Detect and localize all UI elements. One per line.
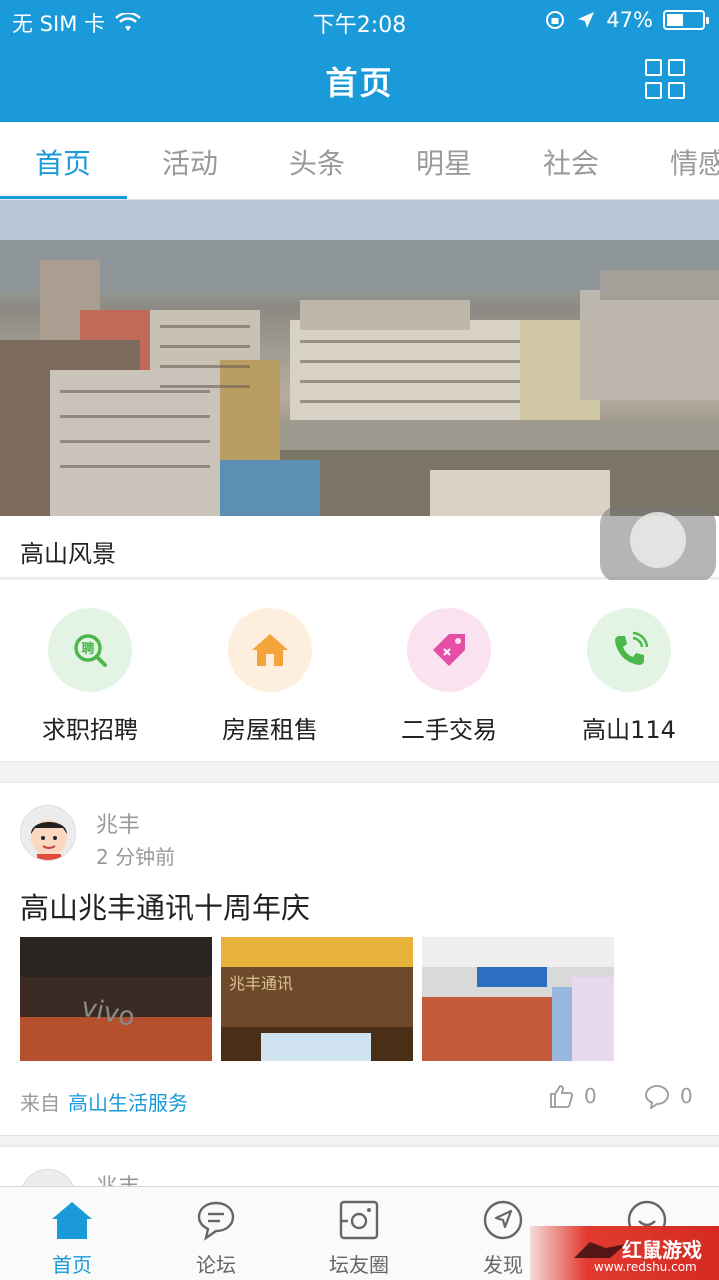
service-housing[interactable]: 房屋租售 xyxy=(180,608,360,745)
page-title: 首页 xyxy=(325,64,394,102)
comment-button[interactable]: 0 xyxy=(644,1083,693,1109)
post-image[interactable] xyxy=(422,937,614,1061)
grid-icon xyxy=(645,59,662,76)
nav-label: 首页 xyxy=(52,1253,92,1277)
banner-image[interactable] xyxy=(0,200,719,516)
post-image[interactable]: 兆丰通讯 xyxy=(221,937,413,1061)
like-button[interactable]: 0 xyxy=(548,1083,597,1109)
nav-forum[interactable]: 论坛 xyxy=(156,1197,276,1278)
grid-menu-button[interactable] xyxy=(645,59,685,99)
city-skyline-image xyxy=(0,200,719,516)
watermark: 红鼠游戏 www.redshu.com xyxy=(530,1226,719,1280)
location-arrow-icon xyxy=(578,12,595,28)
camera-icon xyxy=(339,1200,379,1240)
phone-icon xyxy=(615,631,649,665)
post-card[interactable]: 兆丰 2 分钟前 高山兆丰通讯十周年庆 vivo 兆丰通讯 来自 高山生活服务 … xyxy=(0,782,719,1136)
nav-label: 坛友圈 xyxy=(329,1253,389,1277)
tab-emotion[interactable]: 情感 xyxy=(635,142,719,182)
compass-icon xyxy=(483,1200,523,1240)
tab-society[interactable]: 社会 xyxy=(508,142,634,182)
svg-text:聘: 聘 xyxy=(81,641,94,657)
nav-home[interactable]: 首页 xyxy=(12,1197,132,1278)
tab-headlines[interactable]: 头条 xyxy=(254,142,380,182)
post-title[interactable]: 高山兆丰通讯十周年庆 xyxy=(20,885,310,927)
service-label: 高山114 xyxy=(582,716,676,744)
assistive-touch-button[interactable] xyxy=(600,506,716,582)
job-search-icon: 聘 xyxy=(74,634,107,667)
source-prefix: 来自 xyxy=(20,1091,60,1115)
price-tag-icon xyxy=(433,634,465,666)
status-bar: 无 SIM 卡 下午2:08 47% xyxy=(0,0,719,40)
post-source: 来自 高山生活服务 xyxy=(20,1087,188,1116)
nav-circle[interactable]: 坛友圈 xyxy=(299,1197,419,1278)
like-count: 0 xyxy=(584,1084,597,1108)
home-icon xyxy=(52,1202,92,1239)
thumbs-up-icon xyxy=(550,1085,574,1108)
battery-icon xyxy=(663,10,709,30)
chat-bubble-icon xyxy=(197,1201,235,1241)
post-time: 2 分钟前 xyxy=(96,845,176,869)
watermark-url: www.redshu.com xyxy=(594,1260,697,1274)
service-secondhand[interactable]: 二手交易 xyxy=(359,608,539,745)
service-114[interactable]: 高山114 xyxy=(539,608,719,745)
source-link[interactable]: 高山生活服务 xyxy=(68,1091,188,1115)
rotation-lock-icon xyxy=(546,11,565,29)
svg-text:兆丰通讯: 兆丰通讯 xyxy=(229,974,293,993)
comment-count: 0 xyxy=(680,1084,693,1108)
watermark-text: 红鼠游戏 xyxy=(622,1238,702,1262)
tab-activity[interactable]: 活动 xyxy=(127,142,253,182)
quick-services: 聘 求职招聘 房屋租售 二手交易 高山114 xyxy=(0,580,719,762)
tab-stars[interactable]: 明星 xyxy=(381,142,507,182)
service-label: 求职招聘 xyxy=(42,716,138,744)
service-jobs[interactable]: 聘 求职招聘 xyxy=(0,608,180,745)
avatar[interactable] xyxy=(20,805,76,861)
comment-bubble-icon xyxy=(645,1085,669,1109)
tab-home[interactable]: 首页 xyxy=(0,142,126,182)
category-tabs: 首页 活动 头条 明星 社会 情感 xyxy=(0,122,719,200)
banner-caption-text: 高山风景 xyxy=(20,540,116,568)
post-image[interactable]: vivo xyxy=(20,937,212,1061)
battery-percent: 47% xyxy=(606,8,653,32)
post-author[interactable]: 兆丰 xyxy=(96,807,140,839)
nav-label: 论坛 xyxy=(196,1253,236,1277)
service-label: 房屋租售 xyxy=(222,716,318,744)
top-bar: 无 SIM 卡 下午2:08 47% 首页 xyxy=(0,0,719,122)
house-icon xyxy=(252,634,288,666)
service-label: 二手交易 xyxy=(401,716,497,744)
